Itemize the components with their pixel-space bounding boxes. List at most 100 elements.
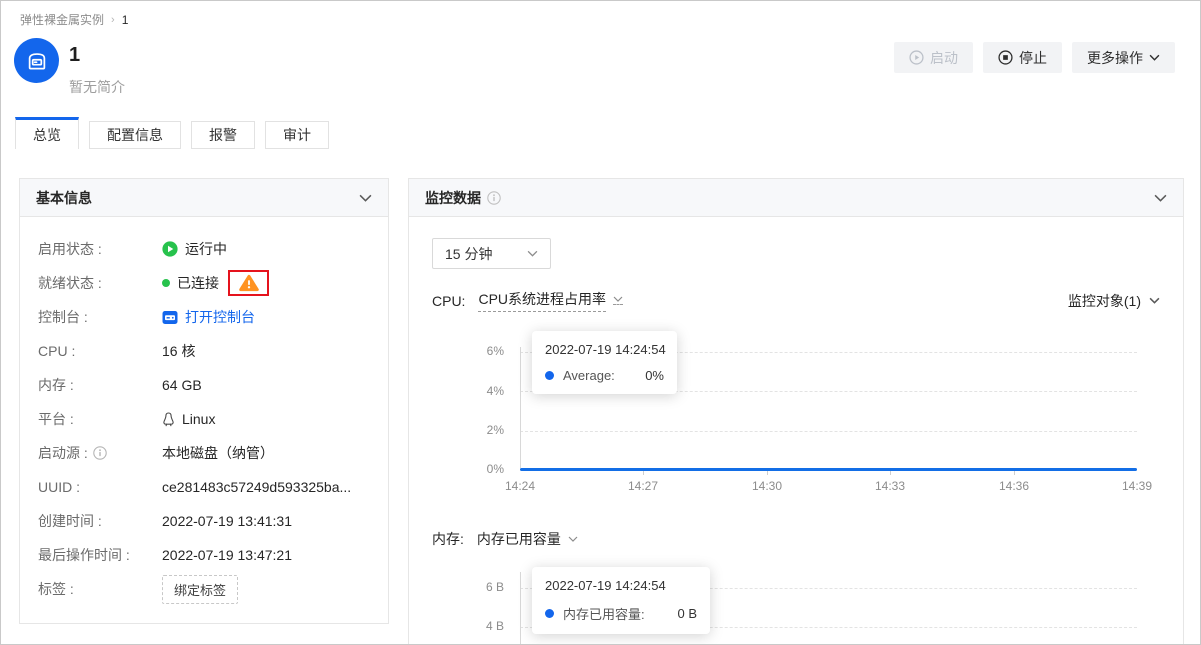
memory-chart-tooltip: 2022-07-19 14:24:54 内存已用容量: 0 B (532, 567, 710, 634)
chevron-down-icon (1149, 54, 1160, 61)
play-circle-icon (909, 50, 924, 65)
info-circle-icon[interactable] (487, 191, 501, 205)
bind-tag-button[interactable]: 绑定标签 (162, 575, 238, 604)
basic-info-title: 基本信息 (36, 188, 92, 208)
tab-bar: 总览 配置信息 报警 审计 (15, 117, 329, 149)
y-axis-tick: 6% (464, 344, 504, 358)
period-select-value: 15 分钟 (445, 244, 492, 264)
x-axis-mark (643, 471, 644, 475)
action-buttons: 启动 停止 更多操作 (894, 42, 1175, 73)
row-memory: 内存 : 64 GB (38, 373, 372, 397)
row-last-operation-time: 最后操作时间 : 2022-07-19 13:47:21 (38, 543, 372, 567)
connected-dot-icon (162, 279, 170, 287)
gridline (520, 431, 1137, 432)
info-circle-icon[interactable] (93, 446, 107, 460)
uuid-value: ce281483c57249d593325ba... (162, 479, 351, 495)
y-axis-tick: 4% (464, 384, 504, 398)
y-axis-tick: 6 B (464, 580, 504, 594)
tooltip-series-label: Average: (563, 368, 615, 383)
open-console-link[interactable]: 打开控制台 (185, 307, 255, 327)
linux-penguin-icon (162, 412, 175, 427)
stop-circle-icon (998, 50, 1013, 65)
more-actions-button[interactable]: 更多操作 (1072, 42, 1175, 73)
x-axis-tick: 14:39 (1115, 479, 1159, 493)
create-time-value: 2022-07-19 13:41:31 (162, 513, 292, 529)
row-boot-source: 启动源 : 本地磁盘（纳管） (38, 441, 372, 465)
monitor-target-dropdown[interactable]: 监控对象(1) (1068, 291, 1160, 311)
page-title: 1 (69, 44, 80, 67)
tab-overview[interactable]: 总览 (15, 117, 79, 149)
row-tags: 标签 : 绑定标签 (38, 577, 372, 601)
memory-value: 64 GB (162, 377, 202, 393)
cpu-label: CPU: (432, 293, 465, 309)
instance-detail-page: 弹性裸金属实例 › 1 1 暂无简介 启动 停止 更多操作 总览 配置信息 报警… (0, 0, 1201, 645)
chevron-down-icon (527, 250, 538, 257)
y-axis-tick: 0% (464, 462, 504, 476)
x-axis-tick: 14:30 (745, 479, 789, 493)
row-create-time: 创建时间 : 2022-07-19 13:41:31 (38, 509, 372, 533)
monitoring-title: 监控数据 (425, 188, 481, 208)
annotation-highlight-box (228, 270, 269, 296)
chevron-down-icon (568, 536, 578, 542)
ready-status-value: 已连接 (177, 273, 219, 293)
cpu-chart-tooltip: 2022-07-19 14:24:54 Average: 0% (532, 331, 677, 394)
breadcrumb-current: 1 (122, 13, 129, 27)
basic-info-body: 启用状态 : 运行中 就绪状态 : 已连接 控制台 : (20, 217, 388, 601)
memory-metric-dropdown[interactable]: 内存已用容量 (477, 529, 578, 549)
x-axis-tick: 14:27 (621, 479, 665, 493)
enable-status-value: 运行中 (185, 239, 227, 259)
boot-source-value: 本地磁盘（纳管） (162, 443, 274, 463)
tooltip-series-label: 内存已用容量: (563, 604, 645, 623)
hover-crosshair-line (520, 572, 521, 645)
cpu-metric-row: CPU: CPU系统进程占用率 监控对象(1) (432, 289, 1160, 312)
page-subtitle: 暂无简介 (69, 77, 125, 97)
monitoring-panel: 监控数据 15 分钟 CPU: CPU系统进程占用率 监控对象(1) (408, 178, 1184, 645)
tab-audit[interactable]: 审计 (265, 121, 329, 149)
stop-button[interactable]: 停止 (983, 42, 1062, 73)
tab-alarm[interactable]: 报警 (191, 121, 255, 149)
last-operation-time-value: 2022-07-19 13:47:21 (162, 547, 292, 563)
y-axis-tick: 2% (464, 423, 504, 437)
tab-configuration[interactable]: 配置信息 (89, 121, 181, 149)
chevron-down-icon (613, 296, 623, 305)
memory-label: 内存: (432, 529, 464, 549)
row-enable-status: 启用状态 : 运行中 (38, 237, 372, 261)
running-status-icon (162, 241, 178, 257)
tooltip-series-value: 0 B (659, 606, 697, 621)
cpu-metric-dropdown[interactable]: CPU系统进程占用率 (478, 289, 623, 312)
y-axis-tick: 4 B (464, 619, 504, 633)
row-ready-status: 就绪状态 : 已连接 (38, 271, 372, 295)
x-axis-mark (767, 471, 768, 475)
collapse-chevron-icon[interactable] (1154, 194, 1167, 202)
row-platform: 平台 : Linux (38, 407, 372, 431)
tooltip-timestamp: 2022-07-19 14:24:54 (545, 342, 664, 357)
chevron-down-icon (1149, 297, 1160, 304)
x-axis-tick: 14:36 (992, 479, 1036, 493)
monitoring-header: 监控数据 (409, 179, 1183, 217)
memory-metric-row: 内存: 内存已用容量 (432, 529, 1160, 549)
instance-avatar (14, 38, 59, 83)
breadcrumb: 弹性裸金属实例 › 1 (20, 11, 128, 28)
x-axis-mark (1014, 471, 1015, 475)
basic-info-panel: 基本信息 启用状态 : 运行中 就绪状态 : 已连接 (19, 178, 389, 624)
x-axis-tick: 14:33 (868, 479, 912, 493)
bare-metal-server-icon (24, 48, 50, 74)
breadcrumb-parent[interactable]: 弹性裸金属实例 (20, 11, 104, 28)
row-console: 控制台 : 打开控制台 (38, 305, 372, 329)
row-cpu: CPU : 16 核 (38, 339, 372, 363)
hover-crosshair-line (520, 347, 521, 468)
cpu-value: 16 核 (162, 341, 195, 361)
cpu-series-line (520, 468, 1137, 471)
tooltip-timestamp: 2022-07-19 14:24:54 (545, 578, 697, 593)
basic-info-header: 基本信息 (20, 179, 388, 217)
x-axis-tick: 14:24 (498, 479, 542, 493)
x-axis-mark (890, 471, 891, 475)
breadcrumb-separator-icon: › (111, 14, 115, 26)
warning-triangle-icon[interactable] (239, 274, 259, 292)
collapse-chevron-icon[interactable] (359, 194, 372, 202)
console-icon (162, 310, 178, 325)
platform-value: Linux (182, 411, 215, 427)
period-select[interactable]: 15 分钟 (432, 238, 551, 269)
start-button[interactable]: 启动 (894, 42, 973, 73)
series-dot-icon (545, 371, 554, 380)
